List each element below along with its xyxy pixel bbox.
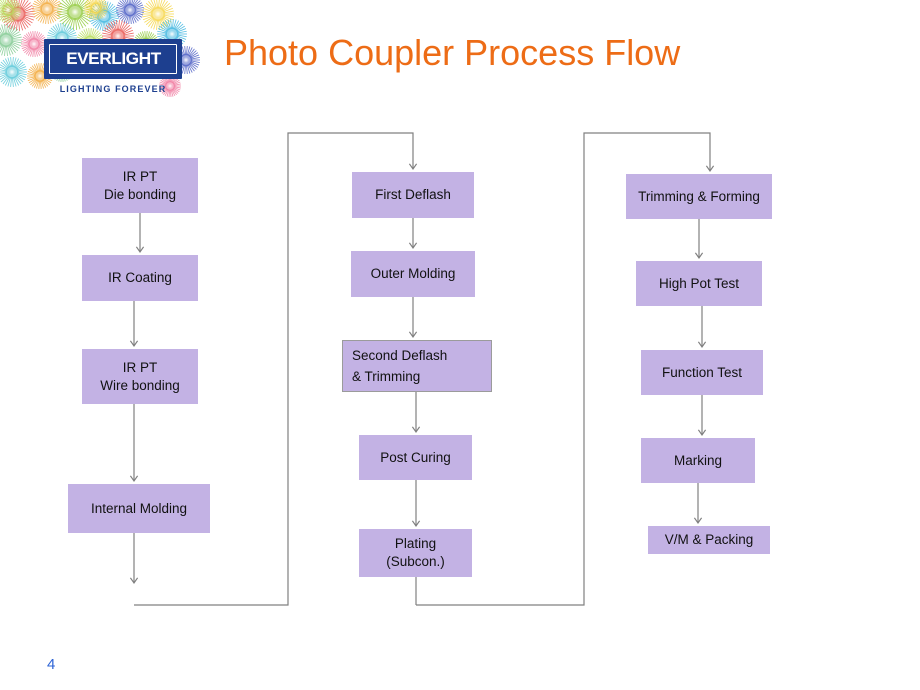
process-box-label: Second Deflash [352,347,448,363]
process-box-second-deflash-trim[interactable]: Second Deflash & Trimming [342,340,492,392]
arrow-marking-to-vm-packing [693,483,703,525]
page-number: 4 [47,656,56,673]
process-box-label: Die bonding [103,186,177,202]
process-box-ir-pt-wire-bonding[interactable]: IR PT Wire bonding [82,349,198,404]
arrow-high-pot-to-function-test [697,306,707,349]
process-box-ir-pt-die-bonding[interactable]: IR PT Die bonding [82,158,198,213]
process-box-label: Internal Molding [90,500,188,516]
process-box-label: Plating [394,536,437,552]
process-box-trimming-forming[interactable]: Trimming & Forming [626,174,772,219]
process-box-plating-subcon[interactable]: Plating (Subcon.) [359,529,472,577]
process-box-function-test[interactable]: Function Test [641,350,763,395]
arrow-second-deflash-to-post-curing [411,392,421,434]
process-box-outer-molding[interactable]: Outer Molding [351,251,475,297]
arrow-post-curing-to-plating [411,480,421,528]
process-box-marking[interactable]: Marking [641,438,755,483]
arrow-internal-molding-down [129,533,139,585]
process-box-label: Wire bonding [100,377,180,393]
process-box-label: First Deflash [375,187,451,203]
arrow-wire-bonding-to-internal-molding [129,404,139,483]
process-box-first-deflash[interactable]: First Deflash [352,172,474,218]
process-box-label: Trimming & Forming [638,188,760,204]
process-box-label: Function Test [661,364,743,380]
process-box-label: (Subcon.) [386,554,445,569]
process-box-label: Outer Molding [370,266,456,282]
process-box-internal-molding[interactable]: Internal Molding [68,484,210,533]
process-box-label: High Pot Test [658,275,740,291]
arrow-ir-coating-to-wire-bonding [129,301,139,348]
process-box-ir-coating[interactable]: IR Coating [82,255,198,301]
arrow-function-test-to-marking [697,395,707,437]
arrow-trimming-to-high-pot [694,219,704,260]
process-box-high-pot-test[interactable]: High Pot Test [636,261,762,306]
process-box-label: IR PT [122,359,158,375]
arrow-die-bonding-to-ir-coating [135,213,145,254]
arrow-outer-molding-to-second-deflash [408,297,418,339]
arrow-first-deflash-to-outer-molding [408,218,418,250]
process-box-label: Post Curing [380,449,451,465]
process-box-label: & Trimming [352,368,421,384]
process-box-post-curing[interactable]: Post Curing [359,435,472,480]
process-box-label: Marking [673,452,722,468]
slide-canvas: EVERLIGHT LIGHTING FOREVER Photo Coupler… [0,0,920,690]
process-box-label: V/M & Packing [664,532,754,548]
process-box-label: IR PT [122,168,158,184]
process-box-label: IR Coating [108,270,172,286]
process-box-v-m-packing[interactable]: V/M & Packing [648,526,770,554]
